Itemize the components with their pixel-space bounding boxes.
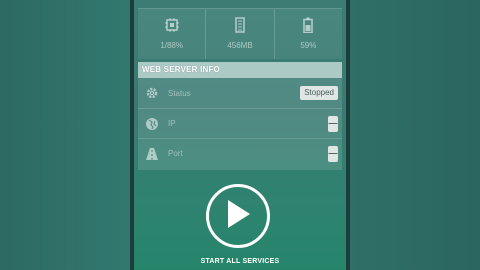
road-icon <box>144 146 160 162</box>
globe-icon <box>144 116 160 132</box>
memory-stat: 456MB <box>205 9 273 59</box>
status-badge: Stopped <box>300 86 338 100</box>
battery-icon <box>303 17 314 33</box>
web-server-info-header: WEB SERVER INFO <box>138 62 342 78</box>
memory-value: 456MB <box>227 41 253 50</box>
screen-background: 1/88% 456MB 59% WEB SERVER INFO Status S… <box>0 0 480 270</box>
cpu-chip-icon <box>164 17 180 33</box>
start-all-services-label[interactable]: START ALL SERVICES <box>134 258 346 265</box>
start-all-services-button[interactable] <box>206 184 270 248</box>
status-row: Status Stopped <box>138 78 342 108</box>
ip-label: IP <box>168 119 176 128</box>
phone-frame-right <box>346 0 350 270</box>
status-label: Status <box>168 88 191 98</box>
gear-icon <box>144 85 160 101</box>
port-value-badge: — <box>328 146 338 162</box>
play-icon <box>224 198 252 235</box>
memory-icon <box>234 17 246 33</box>
web-server-info-panel: Status Stopped IP — Port — <box>138 78 342 170</box>
app-view: 1/88% 456MB 59% WEB SERVER INFO Status S… <box>134 0 346 270</box>
system-stats-bar: 1/88% 456MB 59% <box>138 8 342 59</box>
cpu-stat: 1/88% <box>138 9 205 59</box>
port-label: Port <box>168 149 183 158</box>
ip-row: IP — <box>138 108 342 138</box>
ip-value-badge: — <box>328 116 338 132</box>
cpu-value: 1/88% <box>160 41 183 50</box>
battery-value: 59% <box>300 41 317 50</box>
port-row: Port — <box>138 138 342 168</box>
battery-stat: 59% <box>273 9 342 59</box>
